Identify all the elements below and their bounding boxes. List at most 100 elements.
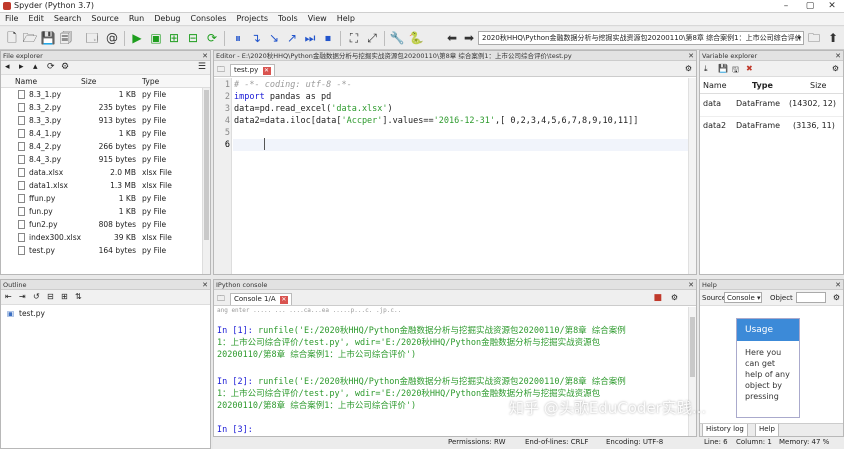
up-icon[interactable]: ▴ <box>33 62 38 72</box>
file-row[interactable]: 8.3_1.py 1 KB py File <box>1 88 210 101</box>
save-all-icon[interactable]: 🗐 <box>58 30 74 46</box>
options-icon[interactable]: ⚙ <box>685 64 692 73</box>
var-column-type[interactable]: Type <box>752 81 773 90</box>
file-row[interactable]: 8.4_3.py 915 bytes py File <box>1 153 210 166</box>
back-arrow-icon[interactable]: ⬅ <box>444 30 460 46</box>
close-tab-icon[interactable]: ✕ <box>262 67 271 75</box>
menu-file[interactable]: File <box>0 13 23 24</box>
close-window-button[interactable]: ✕ <box>820 0 844 13</box>
menu-edit[interactable]: Edit <box>23 13 49 24</box>
column-size[interactable]: Size <box>81 77 96 86</box>
continue-icon[interactable]: ⏭ <box>302 30 318 46</box>
collapse-icon[interactable]: ⇤ <box>5 292 12 301</box>
close-pane-icon[interactable]: ✕ <box>835 51 841 60</box>
console-input-3[interactable]: In [3]: <box>217 425 253 435</box>
new-file-icon[interactable]: 🗋 <box>4 30 20 46</box>
forward-arrow-icon[interactable]: ➡ <box>461 30 477 46</box>
step-into-icon[interactable]: ↘ <box>266 30 282 46</box>
browse-tabs-icon[interactable]: 🗀 <box>217 293 225 307</box>
menu-search[interactable]: Search <box>49 13 86 24</box>
file-row[interactable]: index300.xlsx 39 KB xlsx File <box>1 231 210 244</box>
tab-help[interactable]: Help <box>755 424 779 436</box>
run-cell-advance-icon[interactable]: ⊞ <box>166 30 182 46</box>
outline-item[interactable]: ▣ test.py <box>1 307 210 320</box>
tab-history-log[interactable]: History log <box>702 424 748 436</box>
maximize-pane-icon[interactable]: ⛶ <box>346 30 362 46</box>
menu-consoles[interactable]: Consoles <box>186 13 232 24</box>
maximize-button[interactable]: ▢ <box>798 0 822 13</box>
column-name[interactable]: Name <box>15 77 37 86</box>
run-cell-icon[interactable]: ▣ <box>148 30 164 46</box>
back-icon[interactable]: ◂ <box>5 62 10 72</box>
options-icon[interactable]: ⚙ <box>832 64 839 73</box>
stop-kernel-icon[interactable]: ■ <box>653 293 662 303</box>
variable-row[interactable]: data DataFrame (14302, 12) <box>700 94 843 116</box>
step-return-icon[interactable]: ↗ <box>284 30 300 46</box>
menu-view[interactable]: View <box>303 13 332 24</box>
tab-test-py[interactable]: test.py ✕ <box>230 64 275 76</box>
file-row[interactable]: test.py 164 bytes py File <box>1 244 210 257</box>
column-type[interactable]: Type <box>142 77 159 86</box>
pythonpath-icon[interactable]: 🐍 <box>408 30 424 46</box>
run-icon[interactable]: ▶ <box>129 30 145 46</box>
close-pane-icon[interactable]: ✕ <box>835 280 841 289</box>
close-pane-icon[interactable]: ✕ <box>688 51 694 60</box>
menu-projects[interactable]: Projects <box>231 13 273 24</box>
file-row[interactable]: data1.xlsx 1.3 MB xlsx File <box>1 179 210 192</box>
var-column-name[interactable]: Name <box>703 81 727 90</box>
debug-icon[interactable]: ⏸ <box>230 30 246 46</box>
close-pane-icon[interactable]: ✕ <box>202 280 208 289</box>
file-row[interactable]: 8.4_1.py 1 KB py File <box>1 127 210 140</box>
options-icon[interactable]: ⚙ <box>671 293 678 302</box>
menu-help[interactable]: Help <box>332 13 360 24</box>
menu-source[interactable]: Source <box>86 13 123 24</box>
run-selection-icon[interactable]: ⊟ <box>185 30 201 46</box>
var-column-size[interactable]: Size <box>810 81 826 90</box>
working-directory-input[interactable]: 2020秋HHQ\Python金融数据分析与挖掘实战资源包20200110\第8… <box>478 31 804 45</box>
expand-icon[interactable]: ⇥ <box>19 292 26 301</box>
at-icon[interactable]: @ <box>104 30 120 46</box>
save-data-icon[interactable]: 💾 <box>718 64 728 73</box>
save-data-as-icon[interactable]: 🖫 <box>732 64 739 78</box>
step-icon[interactable]: ↴ <box>248 30 264 46</box>
forward-icon[interactable]: ▸ <box>19 62 24 72</box>
menu-debug[interactable]: Debug <box>149 13 185 24</box>
open-file-icon[interactable]: 🗁 <box>22 30 38 46</box>
editor-scrollbar[interactable] <box>688 78 696 274</box>
file-row[interactable]: 8.4_2.py 266 bytes py File <box>1 140 210 153</box>
file-row[interactable]: 8.3_2.py 235 bytes py File <box>1 101 210 114</box>
close-pane-icon[interactable]: ✕ <box>688 280 694 289</box>
remove-all-icon[interactable]: ✖ <box>746 64 753 73</box>
close-pane-icon[interactable]: ✕ <box>202 51 208 60</box>
parent-directory-icon[interactable]: ⬆ <box>825 30 841 46</box>
file-row[interactable]: fun.py 1 KB py File <box>1 205 210 218</box>
save-icon[interactable]: 💾 <box>40 30 56 46</box>
variable-row[interactable]: data2 DataFrame (3136, 11) <box>700 117 843 139</box>
code-area[interactable]: 1 2 3 4 5 6 # -*- coding: utf-8 -*- impo… <box>214 78 696 274</box>
minimize-button[interactable]: – <box>774 0 798 13</box>
rerun-icon[interactable]: ⟳ <box>204 30 220 46</box>
refresh-icon[interactable]: ⟳ <box>47 62 55 72</box>
fullscreen-icon[interactable]: ⤢ <box>364 30 380 46</box>
source-select[interactable]: Console ▾ <box>724 292 762 303</box>
menu-tools[interactable]: Tools <box>273 13 303 24</box>
browse-folder-icon[interactable]: 🗀 <box>806 30 822 46</box>
stop-debug-icon[interactable]: ⏹ <box>320 30 336 46</box>
close-tab-icon[interactable]: ✕ <box>279 296 288 304</box>
preferences-icon[interactable]: 🔧 <box>389 30 405 46</box>
file-row[interactable]: fun2.py 808 bytes py File <box>1 218 210 231</box>
sort-icon[interactable]: ⇅ <box>75 292 82 301</box>
browse-tabs-icon[interactable]: 🗀 <box>217 64 225 78</box>
collapse-all-icon[interactable]: ⊟ <box>47 292 54 301</box>
file-row[interactable]: data.xlsx 2.0 MB xlsx File <box>1 166 210 179</box>
import-data-icon[interactable]: ⤓ <box>704 64 708 74</box>
file-list-scrollbar[interactable] <box>202 88 210 274</box>
chevron-down-icon[interactable]: ▾ <box>797 32 801 44</box>
tab-console[interactable]: Console 1/A ✕ <box>230 293 292 305</box>
menu-run[interactable]: Run <box>124 13 149 24</box>
file-row[interactable]: ffun.py 1 KB py File <box>1 192 210 205</box>
filter-icon[interactable]: ⚙ <box>61 62 69 72</box>
options-icon[interactable]: ⚙ <box>833 293 840 302</box>
new-window-icon[interactable]: 🗔 <box>84 30 100 46</box>
options-icon[interactable]: ☰ <box>198 62 206 72</box>
